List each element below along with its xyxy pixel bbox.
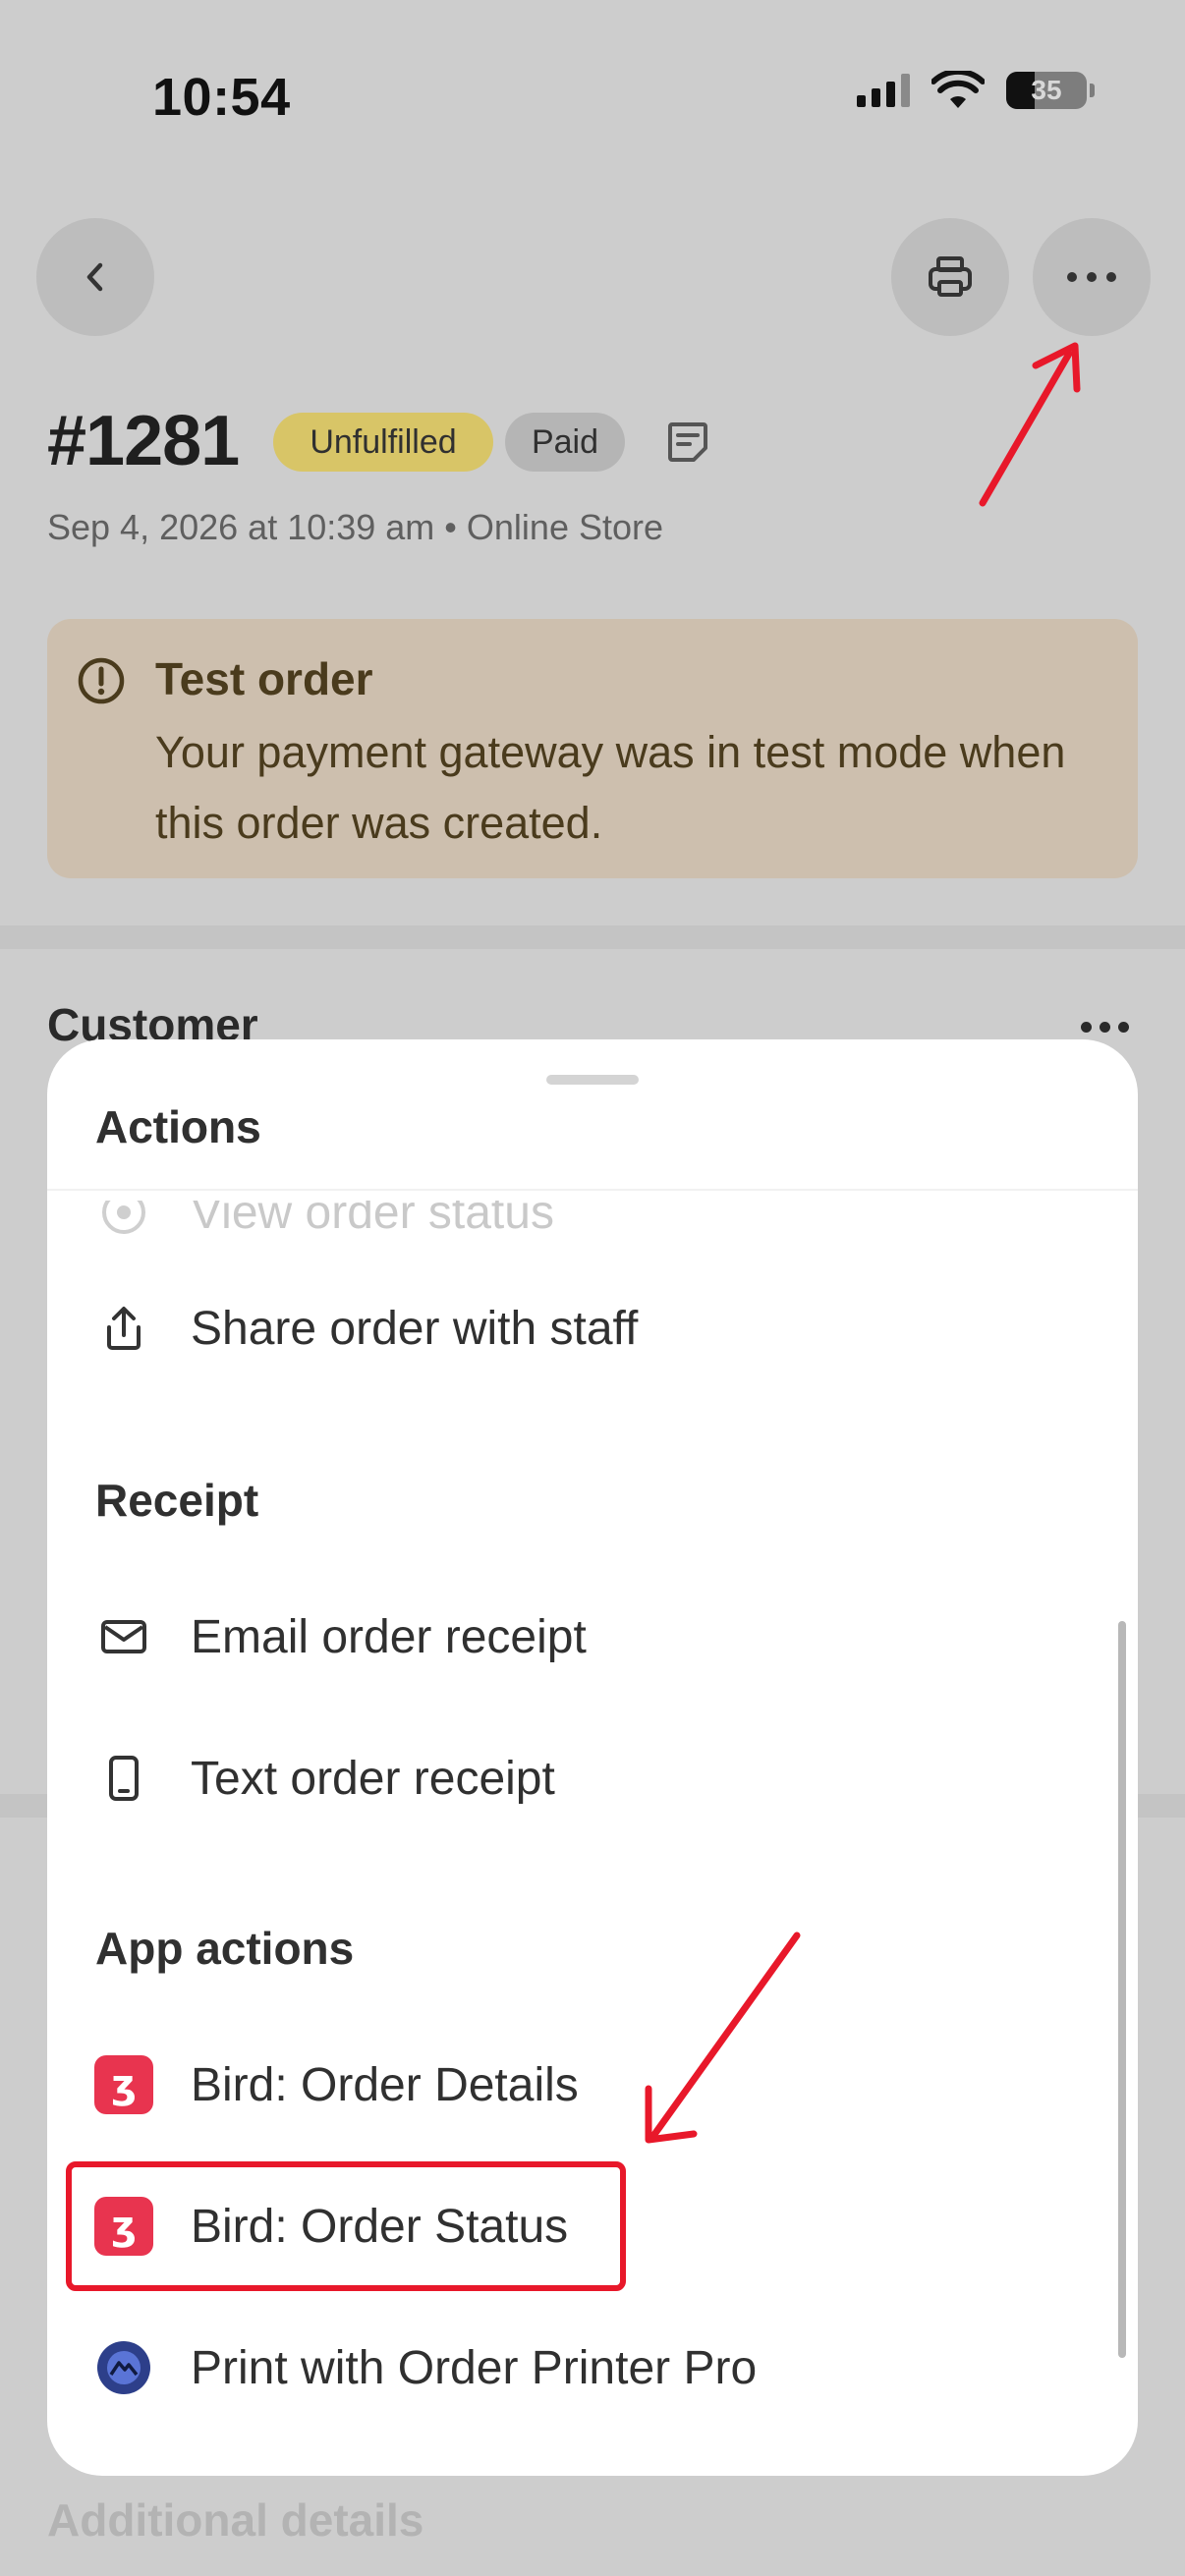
note-icon[interactable] bbox=[664, 419, 711, 466]
back-button[interactable] bbox=[36, 218, 154, 336]
envelope-icon bbox=[94, 1607, 153, 1666]
order-printer-pro-icon bbox=[94, 2338, 153, 2397]
annotation-arrowhead-up bbox=[1032, 342, 1081, 393]
test-order-banner: Test order Your payment gateway was in t… bbox=[47, 619, 1138, 878]
battery-level: 35 bbox=[1031, 75, 1062, 105]
menu-item-label: Print with Order Printer Pro bbox=[191, 2341, 758, 2394]
chevron-left-icon bbox=[86, 262, 103, 292]
wifi-icon bbox=[931, 71, 985, 108]
phone-icon bbox=[94, 1749, 153, 1808]
status-icons: 35 bbox=[857, 71, 1095, 110]
payment-status-badge: Paid bbox=[505, 413, 625, 472]
cellular-signal-icon bbox=[857, 74, 910, 107]
actions-heading-overlay: Actions bbox=[95, 1101, 261, 1152]
annotation-arrow-up bbox=[979, 350, 1073, 507]
menu-item-label: Share order with staff bbox=[191, 1302, 639, 1355]
menu-item-text-receipt[interactable]: Text order receipt bbox=[67, 1723, 1108, 1833]
more-actions-button[interactable] bbox=[1033, 218, 1151, 336]
ellipsis-icon bbox=[1067, 272, 1116, 282]
section-divider bbox=[0, 925, 1185, 949]
battery-icon: 35 bbox=[1006, 72, 1095, 109]
banner-text: Your payment gateway was in test mode wh… bbox=[155, 727, 1066, 848]
menu-item-share-order[interactable]: Share order with staff bbox=[67, 1273, 1108, 1383]
menu-item-email-receipt[interactable]: Email order receipt bbox=[67, 1582, 1108, 1692]
share-icon bbox=[94, 1299, 153, 1358]
menu-item-order-printer-pro[interactable]: Print with Order Printer Pro bbox=[67, 2313, 1108, 2423]
additional-details-heading: Additional details bbox=[47, 2494, 424, 2546]
banner-title: Test order bbox=[155, 653, 373, 704]
order-detail-screen: 10:54 35 #1281 Unfulfilled Paid Sep 4, 2… bbox=[0, 0, 1185, 2576]
status-time: 10:54 bbox=[152, 68, 291, 127]
receipt-heading: Receipt bbox=[95, 1475, 259, 1526]
order-meta: Sep 4, 2026 at 10:39 am • Online Store bbox=[47, 507, 664, 547]
app-actions-heading: App actions bbox=[95, 1923, 355, 1974]
order-number: #1281 bbox=[47, 402, 240, 480]
menu-item-bird-order-details[interactable]: ʒ Bird: Order Details bbox=[67, 2030, 1108, 2140]
menu-item-label: Text order receipt bbox=[191, 1752, 555, 1805]
fulfillment-status-badge: Unfulfilled bbox=[273, 413, 493, 472]
printer-icon bbox=[929, 256, 972, 297]
sheet-grabber[interactable] bbox=[546, 1075, 639, 1085]
sheet-scrollbar[interactable] bbox=[1118, 1621, 1126, 2358]
print-button[interactable] bbox=[891, 218, 1009, 336]
menu-item-label: Bird: Order Details bbox=[191, 2058, 579, 2111]
bird-app-icon: ʒ bbox=[94, 2055, 153, 2114]
menu-item-label: Email order receipt bbox=[191, 1610, 587, 1663]
alert-circle-icon bbox=[78, 657, 125, 704]
annotation-highlight-box bbox=[66, 2161, 626, 2291]
customer-more-button[interactable] bbox=[1081, 1022, 1129, 1033]
